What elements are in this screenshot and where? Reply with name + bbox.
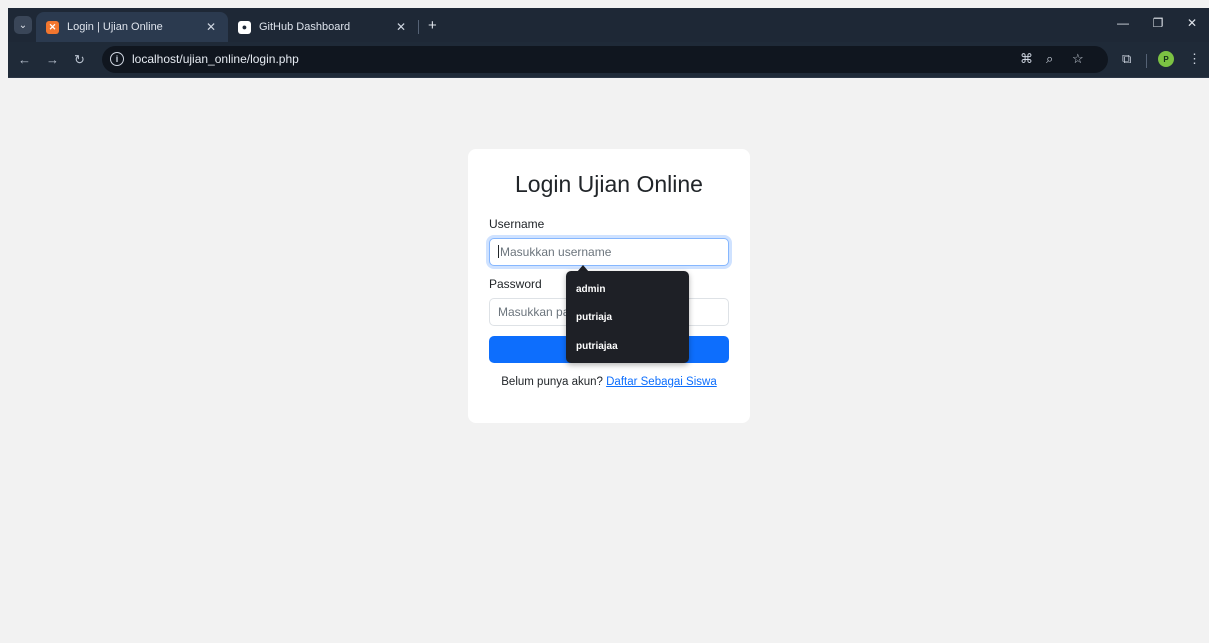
- tab-title: GitHub Dashboard: [259, 21, 351, 33]
- forward-arrow-icon[interactable]: →: [46, 52, 59, 67]
- autocomplete-dropdown: admin putriaja putriajaa: [566, 271, 689, 363]
- username-label: Username: [489, 217, 545, 231]
- browser-toolbar: ← → ↻ i localhost/ujian_online/login.php…: [8, 42, 1209, 78]
- address-bar[interactable]: i localhost/ujian_online/login.php ⌘ ⌕ ☆: [102, 46, 1108, 73]
- tab-bar: ⌄ ✕ Login | Ujian Online ✕ ● GitHub Dash…: [8, 8, 1209, 42]
- restore-icon[interactable]: ❐: [1148, 16, 1168, 30]
- tab-login[interactable]: ✕ Login | Ujian Online ✕: [36, 12, 228, 42]
- tab-search-button[interactable]: ⌄: [14, 16, 32, 34]
- github-icon: ●: [238, 20, 251, 34]
- extensions-icon[interactable]: ⧉: [1122, 51, 1131, 67]
- xampp-icon: ✕: [46, 20, 59, 34]
- tab-title: Login | Ujian Online: [67, 21, 163, 33]
- close-icon[interactable]: ✕: [204, 20, 218, 34]
- translate-icon[interactable]: ⌘: [1020, 51, 1033, 67]
- profile-avatar[interactable]: P: [1158, 51, 1174, 67]
- autocomplete-item[interactable]: admin: [576, 284, 605, 295]
- page-title: Login Ujian Online: [515, 171, 703, 197]
- username-placeholder: Masukkan username: [500, 245, 612, 259]
- menu-kebab-icon[interactable]: ⋮: [1188, 51, 1201, 67]
- tab-github[interactable]: ● GitHub Dashboard ✕: [228, 12, 418, 42]
- username-input[interactable]: Masukkan username: [489, 238, 729, 266]
- toolbar-divider: [1146, 54, 1147, 68]
- close-window-icon[interactable]: ✕: [1182, 16, 1202, 30]
- url-text: localhost/ujian_online/login.php: [132, 52, 299, 66]
- info-icon[interactable]: i: [110, 52, 124, 66]
- minimize-icon[interactable]: —: [1113, 16, 1133, 30]
- autocomplete-item[interactable]: putriaja: [576, 312, 612, 323]
- close-icon[interactable]: ✕: [394, 20, 408, 34]
- back-arrow-icon[interactable]: ←: [18, 52, 31, 67]
- bookmark-star-icon[interactable]: ☆: [1072, 51, 1084, 67]
- autocomplete-item[interactable]: putriajaa: [576, 341, 618, 352]
- register-link[interactable]: Daftar Sebagai Siswa: [606, 376, 717, 388]
- password-label: Password: [489, 277, 542, 291]
- tab-divider: [418, 20, 419, 34]
- new-tab-button[interactable]: +: [428, 17, 437, 34]
- browser-window: ⌄ ✕ Login | Ujian Online ✕ ● GitHub Dash…: [8, 8, 1209, 643]
- text-caret: [498, 245, 499, 258]
- reload-icon[interactable]: ↻: [74, 52, 85, 68]
- register-prompt: Belum punya akun? Daftar Sebagai Siswa: [501, 376, 717, 388]
- zoom-icon[interactable]: ⌕: [1046, 51, 1053, 67]
- chevron-down-icon: ⌄: [18, 19, 28, 31]
